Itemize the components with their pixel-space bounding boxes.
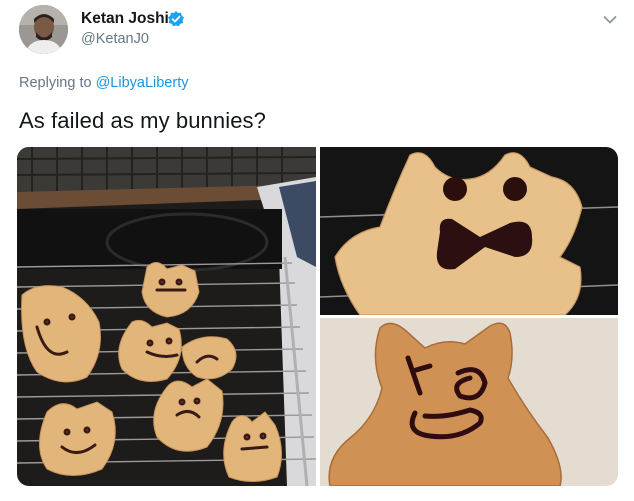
photo-parchment-bunny[interactable] [320, 318, 618, 486]
replying-to-label: Replying to [19, 75, 96, 91]
photo-grid [17, 147, 618, 486]
avatar[interactable] [19, 5, 68, 54]
verified-badge-icon [167, 10, 185, 28]
photo-cookie-tray[interactable] [17, 147, 316, 486]
chevron-down-icon[interactable] [603, 12, 617, 24]
tweet-text: As failed as my bunnies? [19, 108, 266, 133]
replying-to-line: Replying to @LibyaLiberty [19, 75, 188, 91]
user-handle[interactable]: @KetanJ0 [81, 31, 149, 47]
photo-bowtie-bunny[interactable] [320, 147, 618, 315]
reply-mention-link[interactable]: @LibyaLiberty [96, 75, 189, 91]
display-name[interactable]: Ketan Joshi [81, 10, 169, 28]
